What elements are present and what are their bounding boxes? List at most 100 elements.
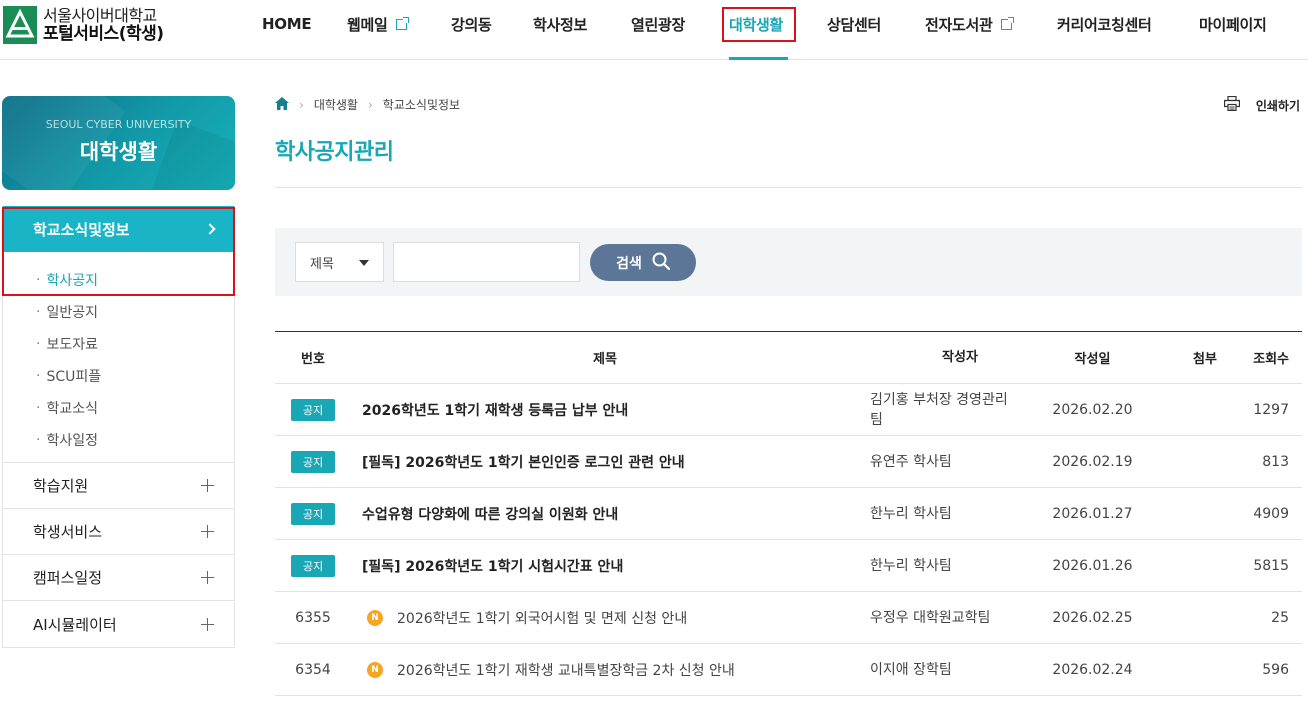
- submenu-label: 보도자료: [46, 337, 98, 353]
- banner-title: 대학생활: [79, 140, 158, 164]
- nav-career-coaching[interactable]: 커리어코칭센터: [1057, 13, 1152, 35]
- banner-university-label: SEOUL CYBER UNIVERSITY: [45, 118, 192, 131]
- row-attachment: [1175, 488, 1235, 539]
- notice-badge: 공지: [291, 502, 335, 525]
- nav-lecture[interactable]: 강의동: [451, 13, 492, 35]
- nav-counseling[interactable]: 상담센터: [827, 13, 881, 35]
- sidebar-item-learning-support[interactable]: 학습지원: [3, 463, 234, 509]
- submenu-scu-people[interactable]: · SCU피플: [3, 360, 234, 392]
- row-date: 2026.02.19: [1052, 453, 1133, 470]
- plus-icon: [201, 571, 214, 584]
- external-link-icon: [1000, 16, 1014, 30]
- search-field-select[interactable]: 제목: [295, 242, 384, 282]
- row-attachment: [1175, 540, 1235, 591]
- notice-badge: 공지: [291, 450, 335, 473]
- breadcrumb: › 대학생활 › 학교소식및정보: [275, 96, 460, 113]
- col-header-title: 제목: [593, 352, 617, 367]
- print-button[interactable]: 인쇄하기: [1223, 95, 1300, 114]
- row-title-link[interactable]: [필독] 2026학년도 1학기 시험시간표 안내: [362, 556, 623, 576]
- row-attachment: [1175, 644, 1235, 695]
- nav-mypage[interactable]: 마이페이지: [1199, 13, 1267, 35]
- col-header-number: 번호: [301, 352, 325, 367]
- site-logo[interactable]: 서울사이버대학교 포털서비스(학생): [3, 6, 164, 44]
- row-title-link[interactable]: [필독] 2026학년도 1학기 본인인증 로그인 관련 안내: [362, 452, 685, 472]
- submenu-press[interactable]: · 보도자료: [3, 328, 234, 360]
- row-author: 한누리 학사팀: [870, 505, 952, 522]
- row-title-link[interactable]: 2026학년도 1학기 재학생 교내특별장학금 2차 신청 안내: [397, 660, 735, 680]
- nav-library-label: 전자도서관: [925, 15, 993, 34]
- table-row[interactable]: 공지 수업유형 다양화에 따른 강의실 이원화 안내 한누리 학사팀 2026.…: [275, 488, 1302, 540]
- external-link-icon: [395, 16, 409, 30]
- notice-badge: 공지: [291, 398, 335, 421]
- row-attachment: [1175, 384, 1235, 435]
- nav-active-indicator: [729, 57, 788, 60]
- row-views: 4909: [1253, 505, 1289, 522]
- sidebar-item-student-service[interactable]: 학생서비스: [3, 509, 234, 555]
- submenu-label: 학사일정: [46, 433, 98, 449]
- submenu-label: 학교소식: [46, 401, 98, 417]
- divider: [275, 187, 1302, 188]
- row-title-link[interactable]: 수업유형 다양화에 따른 강의실 이원화 안내: [362, 504, 618, 524]
- table-row[interactable]: 공지 [필독] 2026학년도 1학기 시험시간표 안내 한누리 학사팀 202…: [275, 540, 1302, 592]
- plus-icon: [201, 479, 214, 492]
- breadcrumb-item[interactable]: 학교소식및정보: [383, 96, 460, 113]
- nav-home[interactable]: HOME: [262, 13, 312, 35]
- notice-badge: 공지: [291, 554, 335, 577]
- row-views: 25: [1271, 609, 1289, 626]
- sidebar-item-campus-schedule[interactable]: 캠퍼스일정: [3, 555, 234, 601]
- new-badge-icon: N: [367, 609, 383, 626]
- submenu-school-news[interactable]: · 학교소식: [3, 392, 234, 424]
- row-author: 김기홍 부처장 경영관리팀: [870, 391, 1008, 428]
- print-label: 인쇄하기: [1255, 98, 1300, 113]
- submenu-academic-calendar[interactable]: · 학사일정: [3, 424, 234, 456]
- col-header-attachment: 첨부: [1193, 352, 1217, 367]
- search-field-value: 제목: [310, 256, 334, 272]
- nav-library[interactable]: 전자도서관: [925, 13, 1014, 35]
- search-panel: 제목 검색: [275, 228, 1302, 296]
- row-title-link[interactable]: 2026학년도 1학기 재학생 등록금 납부 안내: [362, 400, 628, 420]
- plus-icon: [201, 617, 214, 631]
- table-row[interactable]: 6354 N 2026학년도 1학기 재학생 교내특별장학금 2차 신청 안내 이…: [275, 644, 1302, 696]
- row-views: 596: [1262, 661, 1289, 678]
- sidebar-item-label: AI시뮬레이터: [33, 615, 117, 634]
- row-author: 이지애 장학팀: [870, 661, 952, 678]
- row-date: 2026.01.26: [1052, 557, 1133, 574]
- row-number: 6355: [295, 609, 331, 626]
- nav-academic-info[interactable]: 학사정보: [533, 13, 587, 35]
- submenu-general-notice[interactable]: · 일반공지: [3, 296, 234, 328]
- row-date: 2026.02.25: [1052, 609, 1133, 626]
- sidebar-highlight-box: [2, 207, 235, 296]
- sidebar-item-label: 캠퍼스일정: [33, 569, 103, 587]
- nav-open-square[interactable]: 열린광장: [631, 13, 685, 35]
- plus-icon: [201, 525, 214, 538]
- sidebar-banner: SEOUL CYBER UNIVERSITY 대학생활: [2, 96, 235, 190]
- row-title-link[interactable]: 2026학년도 1학기 외국어시험 및 면제 신청 안내: [397, 608, 687, 628]
- chevron-right-icon: ›: [367, 97, 373, 112]
- table-row[interactable]: 공지 [필독] 2026학년도 1학기 본인인증 로그인 관련 안내 유연주 학…: [275, 436, 1302, 488]
- logo-university-name: 서울사이버대학교: [43, 6, 157, 25]
- home-icon[interactable]: [275, 96, 289, 113]
- row-attachment: [1175, 436, 1235, 487]
- search-button-label: 검색: [616, 255, 642, 272]
- sidebar-item-label: 학습지원: [33, 477, 89, 495]
- nav-webmail[interactable]: 웹메일: [347, 13, 409, 35]
- row-author: 우정우 대학원교학팀: [870, 609, 991, 626]
- sidebar-item-label: 학생서비스: [33, 523, 103, 541]
- search-button[interactable]: 검색: [590, 244, 696, 281]
- search-input[interactable]: [393, 242, 580, 282]
- printer-icon: [1223, 95, 1240, 114]
- sidebar-item-ai-simulator[interactable]: AI시뮬레이터: [3, 601, 234, 647]
- table-row[interactable]: 6355 N 2026학년도 1학기 외국어시험 및 면제 신청 안내 우정우 대…: [275, 592, 1302, 644]
- submenu-label: SCU피플: [46, 369, 102, 385]
- row-date: 2026.01.27: [1052, 505, 1133, 522]
- table-row[interactable]: 공지 2026학년도 1학기 재학생 등록금 납부 안내 김기홍 부처장 경영관…: [275, 384, 1302, 436]
- submenu-label: 일반공지: [46, 305, 98, 321]
- breadcrumb-item[interactable]: 대학생활: [314, 96, 358, 113]
- row-views: 813: [1262, 453, 1289, 470]
- new-badge-icon: N: [367, 661, 383, 678]
- row-views: 1297: [1253, 401, 1289, 418]
- col-header-author: 작성자: [942, 349, 978, 365]
- logo-portal-name: 포털서비스(학생): [43, 24, 164, 44]
- table-header: 번호 제목 작성자 작성일 첨부 조회수: [275, 332, 1302, 384]
- row-author: 유연주 학사팀: [870, 453, 952, 470]
